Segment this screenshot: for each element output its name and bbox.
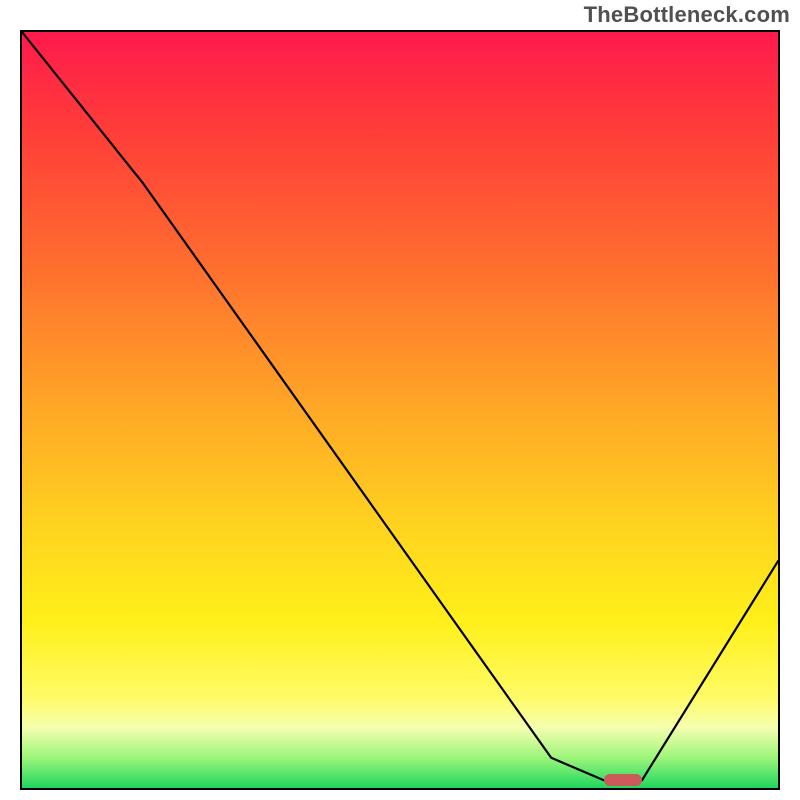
plot-area [20, 30, 780, 790]
watermark-label: TheBottleneck.com [584, 2, 790, 28]
curve-path [22, 32, 778, 780]
chart-container: TheBottleneck.com [0, 0, 800, 800]
optimal-range-marker [604, 774, 642, 786]
bottleneck-curve [22, 32, 778, 788]
